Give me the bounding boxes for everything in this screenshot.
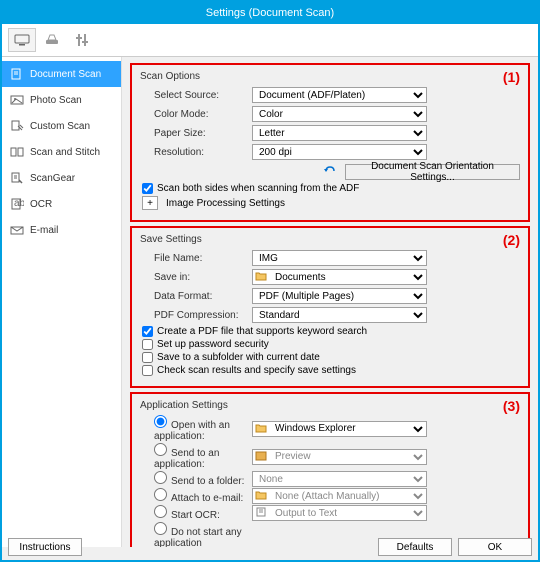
checkbox-results[interactable] xyxy=(142,365,153,376)
top-toolbar xyxy=(2,24,538,57)
select-send-app[interactable]: Preview xyxy=(252,449,427,465)
application-settings-section: (3) Application Settings Open with an ap… xyxy=(130,392,530,547)
email-icon xyxy=(10,224,24,236)
label-paper: Paper Size: xyxy=(140,128,252,139)
section-title: Application Settings xyxy=(140,400,520,411)
label-compression: PDF Compression: xyxy=(140,310,252,321)
sidebar-item-custom-scan[interactable]: Custom Scan xyxy=(2,113,121,139)
scan-options-section: (1) Scan Options Select Source:Document … xyxy=(130,63,530,222)
radio-send-app[interactable] xyxy=(154,443,167,456)
sidebar-label: OCR xyxy=(30,199,52,210)
custom-icon xyxy=(10,120,24,132)
section-number: (3) xyxy=(503,398,520,414)
label-filename: File Name: xyxy=(140,253,252,264)
select-compression[interactable]: Standard xyxy=(252,307,427,323)
checkbox-keyword[interactable] xyxy=(142,326,153,337)
select-start-ocr[interactable]: Output to Text xyxy=(252,505,427,521)
radio-send-folder[interactable] xyxy=(154,471,167,484)
tab-scan-from-panel[interactable] xyxy=(38,28,66,52)
select-source[interactable]: Document (ADF/Platen) xyxy=(252,87,427,103)
orientation-settings-button[interactable]: Document Scan Orientation Settings... xyxy=(345,164,520,180)
reset-icon[interactable] xyxy=(323,165,339,180)
defaults-button[interactable]: Defaults xyxy=(378,538,452,556)
window-title: Settings (Document Scan) xyxy=(2,2,538,24)
ocr-icon: abc xyxy=(10,198,24,210)
bottom-bar: Instructions Defaults OK xyxy=(8,538,532,556)
section-title: Scan Options xyxy=(140,71,520,82)
sidebar-item-scan-stitch[interactable]: Scan and Stitch xyxy=(2,139,121,165)
sidebar-label: E-mail xyxy=(30,225,58,236)
sidebar-item-photo-scan[interactable]: Photo Scan xyxy=(2,87,121,113)
checkbox-subfolder[interactable] xyxy=(142,352,153,363)
sidebar-item-document-scan[interactable]: Document Scan xyxy=(2,61,121,87)
radio-start-ocr[interactable] xyxy=(154,505,167,518)
sidebar-item-ocr[interactable]: abc OCR xyxy=(2,191,121,217)
section-number: (2) xyxy=(503,232,520,248)
checkbox-password[interactable] xyxy=(142,339,153,350)
label-send-folder: Send to a folder: xyxy=(171,476,244,487)
sidebar-item-scangear[interactable]: ScanGear xyxy=(2,165,121,191)
sidebar-label: Photo Scan xyxy=(30,95,82,106)
section-title: Save Settings xyxy=(140,234,520,245)
tab-general-settings[interactable] xyxy=(68,28,96,52)
label-color: Color Mode: xyxy=(140,109,252,120)
radio-open-app[interactable] xyxy=(154,415,167,428)
ok-button[interactable]: OK xyxy=(458,538,532,556)
label-resolution: Resolution: xyxy=(140,147,252,158)
select-data-format[interactable]: PDF (Multiple Pages) xyxy=(252,288,427,304)
select-savein[interactable]: Documents xyxy=(252,269,427,285)
sidebar: Document Scan Photo Scan Custom Scan Sca… xyxy=(2,57,122,547)
label-both-sides: Scan both sides when scanning from the A… xyxy=(157,183,359,194)
save-settings-section: (2) Save Settings File Name:IMG Save in:… xyxy=(130,226,530,388)
radio-do-not-start[interactable] xyxy=(154,522,167,535)
select-resolution[interactable]: 200 dpi xyxy=(252,144,427,160)
instructions-button[interactable]: Instructions xyxy=(8,538,82,556)
label-savein: Save in: xyxy=(140,272,252,283)
document-icon xyxy=(10,68,24,80)
photo-icon xyxy=(10,94,24,106)
stitch-icon xyxy=(10,146,24,158)
label-attach-email: Attach to e-mail: xyxy=(171,493,243,504)
label-results: Check scan results and specify save sett… xyxy=(157,365,356,376)
sidebar-label: Custom Scan xyxy=(30,121,90,132)
sidebar-label: Scan and Stitch xyxy=(30,147,100,158)
label-img-processing: Image Processing Settings xyxy=(166,198,285,209)
sidebar-label: Document Scan xyxy=(30,69,101,80)
label-source: Select Source: xyxy=(140,90,252,101)
select-paper-size[interactable]: Letter xyxy=(252,125,427,141)
checkbox-both-sides[interactable] xyxy=(142,183,153,194)
main-panel: (1) Scan Options Select Source:Document … xyxy=(122,57,538,547)
svg-text:abc: abc xyxy=(14,198,24,209)
label-subfolder: Save to a subfolder with current date xyxy=(157,352,320,363)
label-format: Data Format: xyxy=(140,291,252,302)
sidebar-item-email[interactable]: E-mail xyxy=(2,217,121,243)
scangear-icon xyxy=(10,172,24,184)
tab-scan-from-computer[interactable] xyxy=(8,28,36,52)
label-keyword: Create a PDF file that supports keyword … xyxy=(157,326,367,337)
label-password: Set up password security xyxy=(157,339,269,350)
expand-img-processing[interactable]: + xyxy=(142,196,158,210)
select-open-app[interactable]: Windows Explorer xyxy=(252,421,427,437)
section-number: (1) xyxy=(503,69,520,85)
label-start-ocr: Start OCR: xyxy=(171,510,220,521)
sidebar-label: ScanGear xyxy=(30,173,75,184)
select-attach-email[interactable]: None (Attach Manually) xyxy=(252,488,427,504)
select-color-mode[interactable]: Color xyxy=(252,106,427,122)
radio-attach-email[interactable] xyxy=(154,488,167,501)
select-send-folder[interactable]: None xyxy=(252,471,427,487)
input-filename[interactable]: IMG xyxy=(252,250,427,266)
